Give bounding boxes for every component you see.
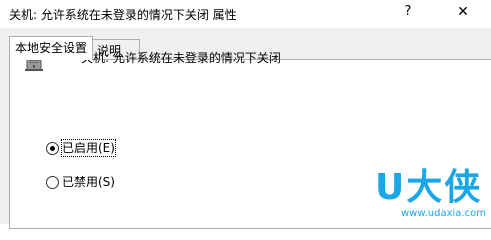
tab-local-security-setting[interactable]: 本地安全设置 xyxy=(9,36,93,60)
policy-name: 关机: 允许系统在未登录的情况下关闭 xyxy=(81,51,281,65)
help-button[interactable]: ? xyxy=(395,1,421,23)
tab-label: 本地安全设置 xyxy=(15,41,88,55)
radio-selected-dot xyxy=(50,146,55,151)
enabled-radio-label[interactable]: 已启用(E) xyxy=(61,139,116,157)
radio-button[interactable] xyxy=(46,176,59,189)
watermark-url: www.udaxia.com xyxy=(401,208,486,219)
close-button[interactable]: ✕ xyxy=(446,1,480,23)
window-title: 关机: 允许系统在未登录的情况下关闭 属性 xyxy=(9,8,237,22)
watermark-logo: U大侠 xyxy=(375,167,483,208)
radio-button[interactable] xyxy=(46,142,59,155)
watermark: U大侠 www.udaxia.com xyxy=(375,168,491,224)
title-bar: 关机: 允许系统在未登录的情况下关闭 属性 ? ✕ xyxy=(0,0,491,28)
disabled-radio-label[interactable]: 已禁用(S) xyxy=(62,174,115,190)
properties-dialog: 关机: 允许系统在未登录的情况下关闭 属性 ? ✕ 本地安全设置 说明 关机: … xyxy=(0,0,491,229)
